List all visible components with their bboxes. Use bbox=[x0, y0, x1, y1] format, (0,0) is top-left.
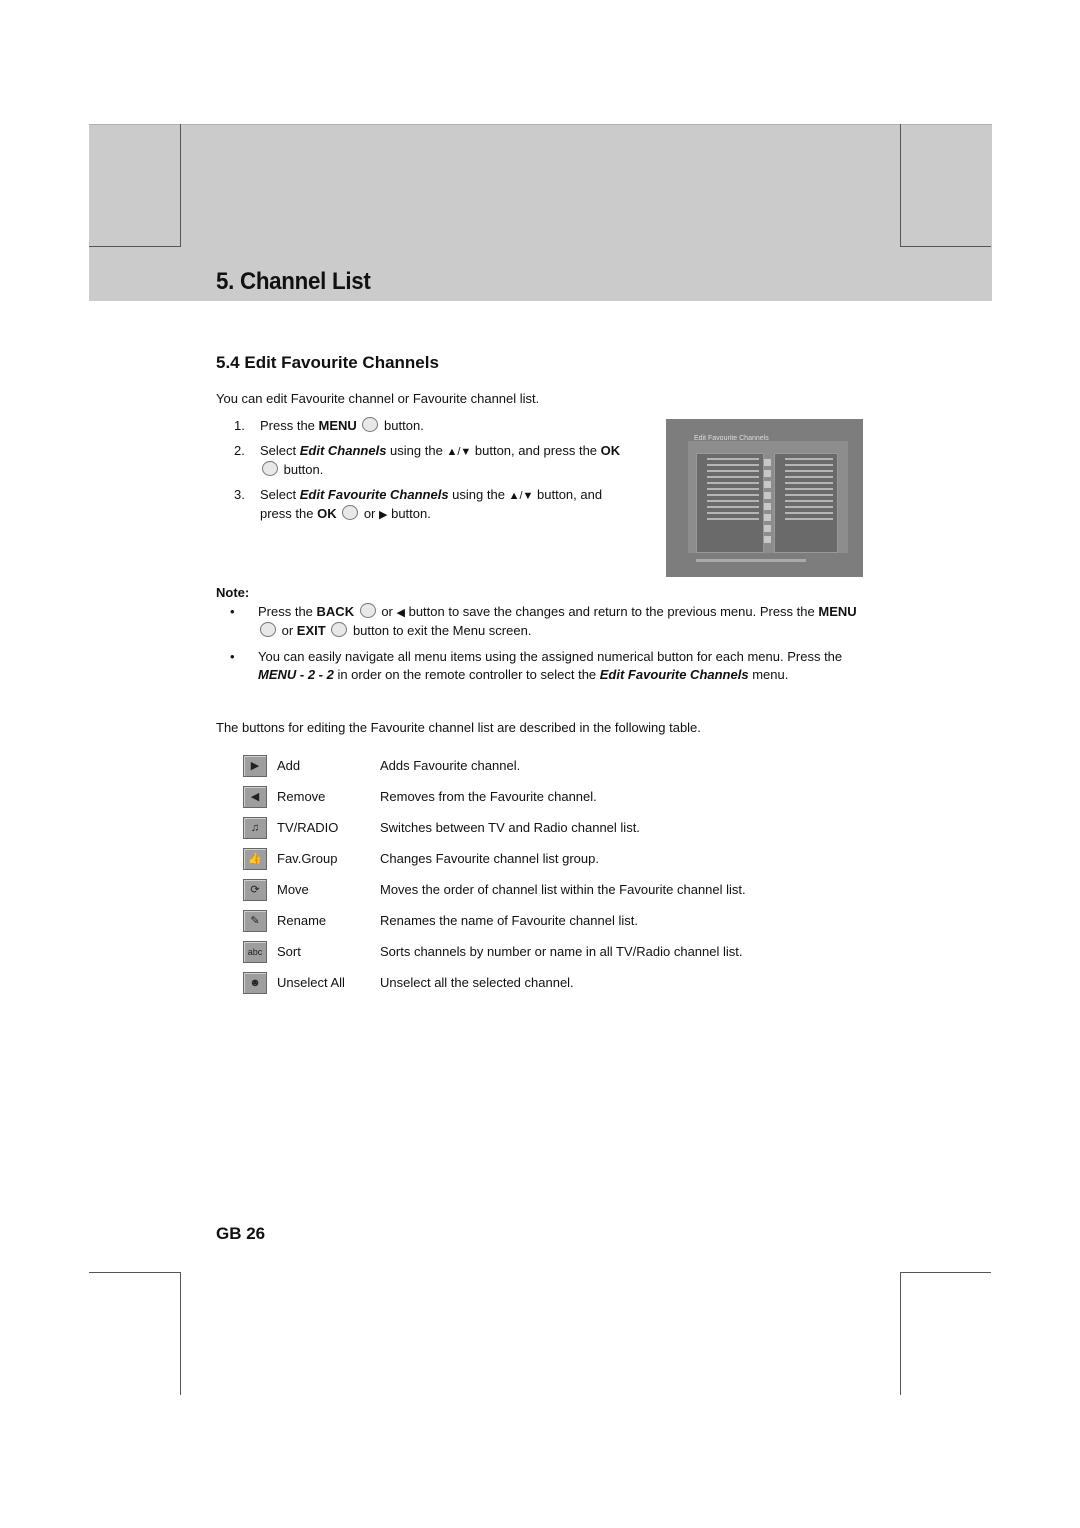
ok-button-icon bbox=[262, 461, 278, 476]
crop-mark bbox=[900, 1272, 901, 1395]
back-button-icon bbox=[359, 603, 376, 618]
buttons-table: ▶ Add Adds Favourite channel. ◀ Remove R… bbox=[243, 750, 746, 998]
screenshot-title: Edit Favourite Channels bbox=[694, 435, 769, 442]
abc-icon: abc bbox=[243, 940, 267, 963]
table-row: abc Sort Sorts channels by number or nam… bbox=[243, 936, 746, 967]
note-label: Note: bbox=[216, 585, 250, 600]
exit-button-icon bbox=[331, 622, 348, 637]
thumbs-up-icon: 👍 bbox=[243, 847, 267, 870]
up-down-arrow-icon: ▲/▼ bbox=[446, 446, 472, 458]
step-3: 3. Select Edit Favourite Channels using … bbox=[234, 486, 634, 524]
crop-mark bbox=[180, 1272, 181, 1395]
step-1: 1. Press the MENU button. bbox=[234, 417, 424, 433]
crop-mark bbox=[180, 124, 181, 247]
rotate-icon: ⟳ bbox=[243, 878, 267, 901]
table-row: ☻ Unselect All Unselect all the selected… bbox=[243, 967, 746, 998]
crop-mark bbox=[900, 246, 991, 247]
up-down-arrow-icon: ▲/▼ bbox=[508, 490, 534, 502]
table-row: ✎ Rename Renames the name of Favourite c… bbox=[243, 905, 746, 936]
crop-mark bbox=[89, 246, 180, 247]
steps-list: 1. Press the MENU button. 2. Select Edit… bbox=[234, 417, 634, 531]
page-number: GB 26 bbox=[216, 1224, 266, 1243]
ok-button-icon bbox=[342, 505, 359, 520]
note-item: • Press the BACK or ◀ button to save the… bbox=[230, 603, 857, 638]
table-row: 👍 Fav.Group Changes Favourite channel li… bbox=[243, 843, 746, 874]
person-icon: ☻ bbox=[243, 971, 267, 994]
section-title: 5.4 Edit Favourite Channels bbox=[216, 353, 439, 372]
left-arrow-icon: ◀ bbox=[243, 785, 267, 808]
edit-buttons-column bbox=[764, 459, 772, 547]
crop-mark bbox=[89, 1272, 180, 1273]
chapter-title: 5. Channel List bbox=[216, 268, 371, 295]
crop-mark bbox=[900, 1272, 991, 1273]
menu-screenshot: Edit Favourite Channels bbox=[666, 419, 863, 577]
section-intro: You can edit Favourite channel or Favour… bbox=[216, 391, 540, 406]
menu-button-icon bbox=[260, 622, 276, 637]
notes-list: • Press the BACK or ◀ button to save the… bbox=[230, 603, 870, 692]
menu-button-icon bbox=[362, 417, 379, 432]
pen-icon: ✎ bbox=[243, 909, 267, 932]
music-note-icon: ♫ bbox=[243, 816, 267, 839]
channel-list-right bbox=[774, 453, 838, 553]
right-arrow-icon: ▶ bbox=[243, 754, 267, 777]
left-arrow-icon: ◀ bbox=[396, 607, 405, 619]
note-item: • You can easily navigate all menu items… bbox=[230, 649, 843, 682]
table-row: ⟳ Move Moves the order of channel list w… bbox=[243, 874, 746, 905]
table-row: ◀ Remove Removes from the Favourite chan… bbox=[243, 781, 746, 812]
channel-list-left bbox=[696, 453, 764, 553]
table-intro: The buttons for editing the Favourite ch… bbox=[216, 720, 701, 735]
crop-mark bbox=[900, 124, 901, 247]
step-2: 2. Select Edit Channels using the ▲/▼ bu… bbox=[234, 443, 621, 477]
table-row: ♫ TV/RADIO Switches between TV and Radio… bbox=[243, 812, 746, 843]
table-row: ▶ Add Adds Favourite channel. bbox=[243, 750, 746, 781]
